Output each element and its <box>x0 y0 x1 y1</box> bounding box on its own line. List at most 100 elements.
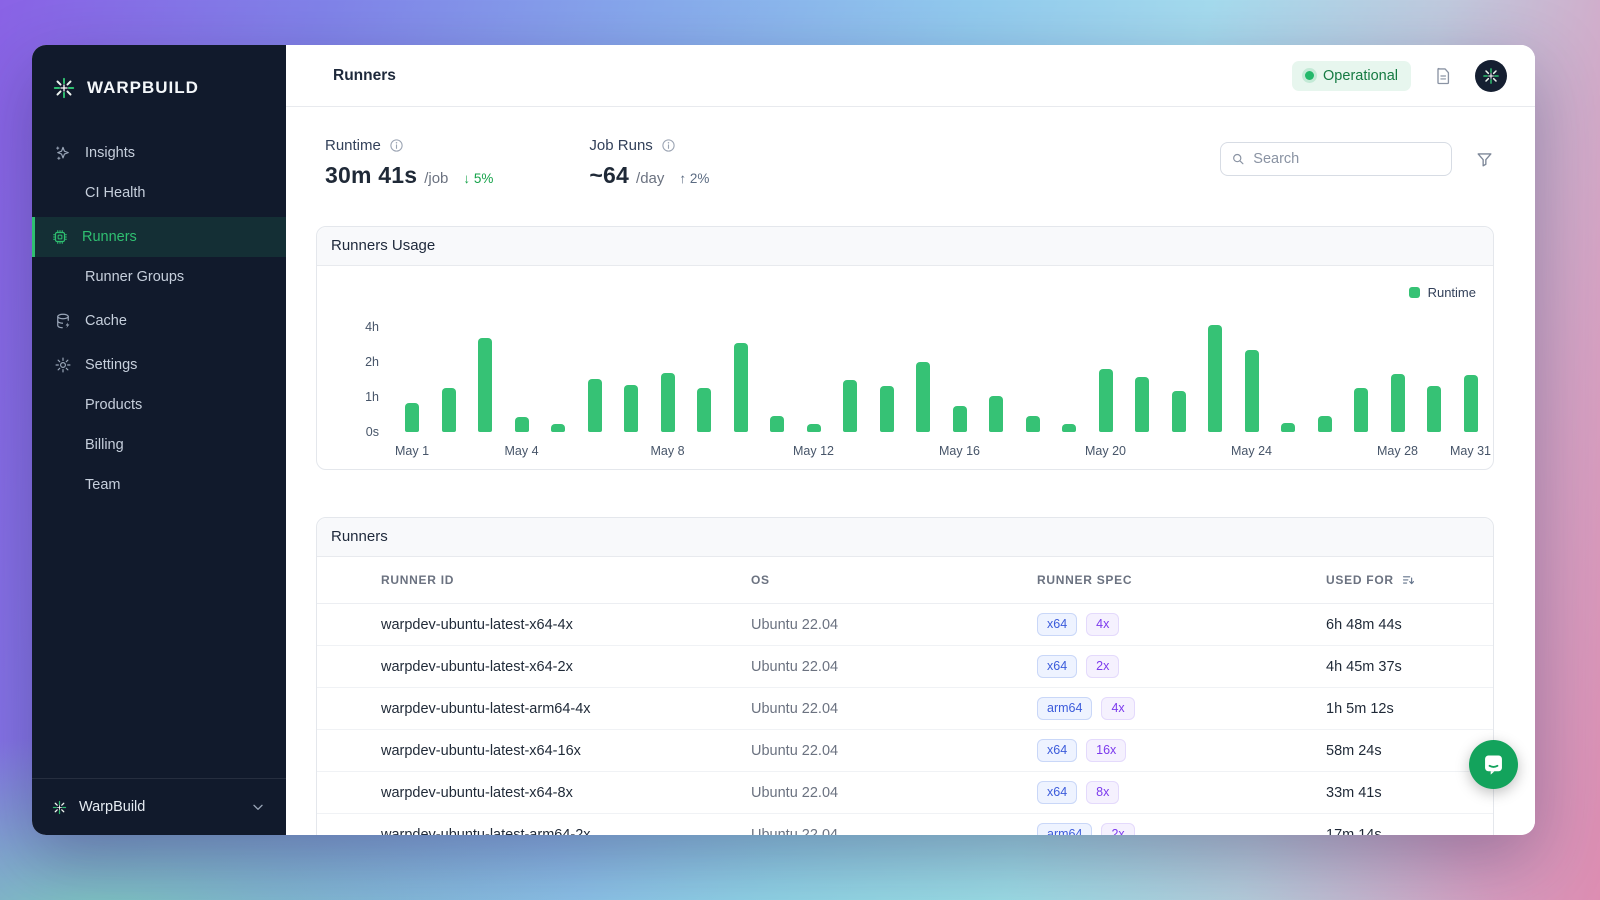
info-icon[interactable] <box>661 138 676 153</box>
sidebar-item-ci-health[interactable]: CI Health <box>32 173 286 213</box>
chart-bar[interactable] <box>916 362 930 432</box>
runner-spec-cell: arm64 4x <box>1037 697 1326 720</box>
org-switcher[interactable]: WarpBuild <box>32 778 286 835</box>
arch-badge: arm64 <box>1037 697 1092 720</box>
sidebar-item-cache[interactable]: Cache <box>32 301 286 341</box>
sidebar: WARPBUILD Insights CI Health Runners Run… <box>32 45 286 835</box>
multiplier-badge: 4x <box>1101 697 1134 720</box>
table-card-header: Runners <box>317 518 1493 557</box>
x-axis-tick: May 4 <box>504 444 538 458</box>
chart-bar[interactable] <box>624 385 638 432</box>
sort-desc-icon[interactable] <box>1401 573 1416 588</box>
chart-bar[interactable] <box>843 380 857 432</box>
job-runs-stat: Job Runs ~64 /day ↑ 2% <box>589 137 709 189</box>
job-runs-stat-value: ~64 <box>589 162 629 189</box>
chart-legend[interactable]: Runtime <box>1409 285 1476 300</box>
search-input[interactable] <box>1253 151 1441 167</box>
sidebar-item-billing[interactable]: Billing <box>32 425 286 465</box>
chart-bar[interactable] <box>1245 350 1259 432</box>
y-axis-tick: 1h <box>317 390 379 404</box>
chart-bar[interactable] <box>697 388 711 432</box>
runtime-stat-unit: /job <box>424 170 448 187</box>
chart-bar[interactable] <box>1281 423 1295 432</box>
arch-badge: x64 <box>1037 655 1077 678</box>
sidebar-item-settings[interactable]: Settings <box>32 345 286 385</box>
status-badge[interactable]: Operational <box>1292 61 1411 91</box>
chart-bar[interactable] <box>405 403 419 432</box>
sidebar-item-runner-groups[interactable]: Runner Groups <box>32 257 286 297</box>
table-row[interactable]: warpdev-ubuntu-latest-x64-16x Ubuntu 22.… <box>317 730 1493 772</box>
chart-bar[interactable] <box>442 388 456 432</box>
chart-bar[interactable] <box>478 338 492 432</box>
app-window: WARPBUILD Insights CI Health Runners Run… <box>32 45 1535 835</box>
chart-bar[interactable] <box>880 386 894 432</box>
x-axis-tick: May 8 <box>650 444 684 458</box>
used-for-cell: 6h 48m 44s <box>1326 617 1493 633</box>
runner-id-cell: warpdev-ubuntu-latest-x64-2x <box>381 659 751 675</box>
table-row[interactable]: warpdev-ubuntu-latest-x64-4x Ubuntu 22.0… <box>317 604 1493 646</box>
chart-bar[interactable] <box>1318 416 1332 432</box>
sidebar-item-team[interactable]: Team <box>32 465 286 505</box>
chart-bar[interactable] <box>989 396 1003 432</box>
chart-bar[interactable] <box>588 379 602 432</box>
runner-id-cell: warpdev-ubuntu-latest-x64-16x <box>381 743 751 759</box>
table-body: warpdev-ubuntu-latest-x64-4x Ubuntu 22.0… <box>317 604 1493 835</box>
chart-bar[interactable] <box>1099 369 1113 432</box>
sidebar-item-runners[interactable]: Runners <box>32 217 286 257</box>
job-runs-stat-label: Job Runs <box>589 137 652 154</box>
arch-badge: x64 <box>1037 613 1077 636</box>
chart-bar[interactable] <box>1354 388 1368 432</box>
multiplier-badge: 8x <box>1086 781 1119 804</box>
chart-bar[interactable] <box>515 417 529 432</box>
database-icon <box>54 312 72 330</box>
runtime-stat-delta: ↓ 5% <box>463 171 493 186</box>
multiplier-badge: 2x <box>1101 823 1134 835</box>
y-axis-tick: 2h <box>317 355 379 369</box>
os-cell: Ubuntu 22.04 <box>751 659 1037 675</box>
runtime-stat: Runtime 30m 41s /job ↓ 5% <box>325 137 493 189</box>
gear-icon <box>54 356 72 374</box>
usage-card-title: Runners Usage <box>331 237 435 254</box>
page-title: Runners <box>333 67 396 85</box>
docs-icon[interactable] <box>1433 66 1453 86</box>
chart-bar[interactable] <box>734 343 748 432</box>
chart-bar[interactable] <box>807 424 821 432</box>
chat-bubble-icon <box>1480 751 1507 778</box>
sidebar-item-products[interactable]: Products <box>32 385 286 425</box>
chart-bar[interactable] <box>953 406 967 432</box>
chart-bar[interactable] <box>1135 377 1149 432</box>
col-runner-spec: RUNNER SPEC <box>1037 573 1326 587</box>
chart-bar[interactable] <box>551 424 565 432</box>
chart-bar[interactable] <box>1464 375 1478 432</box>
chart-bar[interactable] <box>1391 374 1405 432</box>
table-row[interactable]: warpdev-ubuntu-latest-x64-8x Ubuntu 22.0… <box>317 772 1493 814</box>
table-row[interactable]: warpdev-ubuntu-latest-arm64-4x Ubuntu 22… <box>317 688 1493 730</box>
sidebar-item-insights[interactable]: Insights <box>32 133 286 173</box>
chart-bar[interactable] <box>1026 416 1040 432</box>
filter-icon[interactable] <box>1475 150 1494 169</box>
avatar[interactable] <box>1475 60 1507 92</box>
runner-spec-cell: x64 8x <box>1037 781 1326 804</box>
brand-name: WARPBUILD <box>87 78 199 98</box>
chat-launcher-button[interactable] <box>1469 740 1518 789</box>
table-row[interactable]: warpdev-ubuntu-latest-x64-2x Ubuntu 22.0… <box>317 646 1493 688</box>
runner-id-cell: warpdev-ubuntu-latest-arm64-4x <box>381 701 751 717</box>
job-runs-stat-unit: /day <box>636 170 664 187</box>
table-row[interactable]: warpdev-ubuntu-latest-arm64-2x Ubuntu 22… <box>317 814 1493 835</box>
runners-usage-card: Runners Usage Runtime 0s1h2h4hMay 1May 4… <box>316 226 1494 470</box>
info-icon[interactable] <box>389 138 404 153</box>
chart-bar[interactable] <box>1062 424 1076 432</box>
x-axis-tick: May 1 <box>395 444 429 458</box>
chart-bar[interactable] <box>1427 386 1441 432</box>
chart-bar[interactable] <box>661 373 675 432</box>
search-icon <box>1231 151 1245 167</box>
y-axis-tick: 0s <box>317 425 379 439</box>
legend-label: Runtime <box>1428 285 1476 300</box>
chart-bar[interactable] <box>1172 391 1186 432</box>
os-cell: Ubuntu 22.04 <box>751 785 1037 801</box>
x-axis-tick: May 12 <box>793 444 834 458</box>
chart-bar[interactable] <box>770 416 784 432</box>
chart-bar[interactable] <box>1208 325 1222 432</box>
runtime-stat-label: Runtime <box>325 137 381 154</box>
chip-icon <box>51 228 69 246</box>
